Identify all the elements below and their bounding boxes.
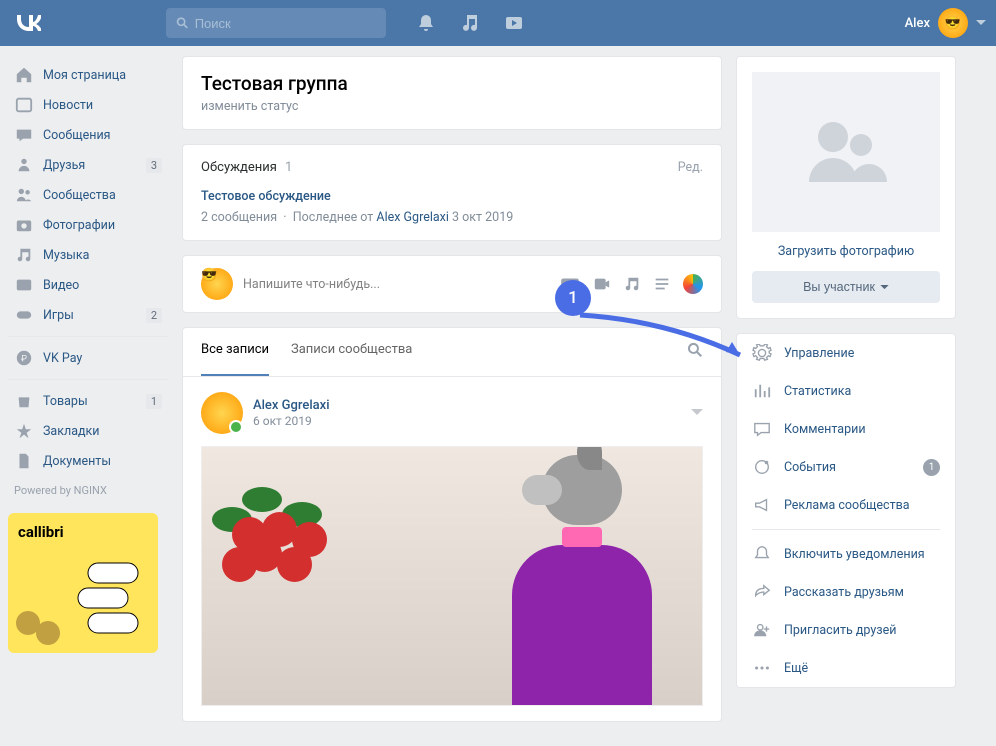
music-icon [14,246,34,264]
wall-post: Alex Ggrelaxi 6 окт 2019 [183,377,721,721]
svg-text:₽: ₽ [21,355,27,365]
music-icon[interactable] [460,13,480,33]
powered-by: Powered by NGINX [8,476,168,505]
discussion-topic-link[interactable]: Тестовое обсуждение [201,189,703,204]
music-attach-icon[interactable] [623,275,641,293]
bell-icon [752,545,772,563]
discussions-count: 1 [285,160,292,175]
sidebar-item-photos[interactable]: Фотографии [8,210,168,240]
sidebar-item-video[interactable]: Видео [8,270,168,300]
vk-logo-icon[interactable] [10,5,46,41]
manage-item-ads[interactable]: Реклама сообщества [737,486,955,524]
sidebar-item-my-page[interactable]: Моя страница [8,60,168,90]
photo-icon [14,216,34,234]
wall-card: Все записи Записи сообщества Alex Ggrela… [182,327,722,722]
group-photo-card: Загрузить фотографию Вы участник [736,56,956,319]
group-header-card: Тестовая группа изменить статус [182,56,722,130]
post-author-link[interactable]: Alex Ggrelaxi [253,398,330,413]
post-avatar[interactable] [201,392,243,434]
sidebar-item-docs[interactable]: Документы [8,446,168,476]
manage-item-admin[interactable]: Управление [737,334,955,372]
user-menu[interactable]: Alex 😎 [905,8,986,38]
more-icon [752,659,772,677]
video-attach-icon[interactable] [593,275,611,293]
poster-icon[interactable] [683,274,703,294]
photo-placeholder [752,72,940,232]
action-item-more[interactable]: Ещё [737,649,955,687]
doc-icon [14,452,34,470]
megaphone-icon [752,496,772,514]
annotation-arrow [575,310,755,370]
compose-avatar: 😎 [201,268,233,300]
promo-banner[interactable]: callibri [8,513,158,653]
search-box[interactable] [166,8,386,38]
action-item-share[interactable]: Рассказать друзьям [737,573,955,611]
news-icon [14,96,34,114]
manage-item-comments[interactable]: Комментарии [737,410,955,448]
action-item-invite[interactable]: Пригласить друзей [737,611,955,649]
search-input[interactable] [195,16,376,31]
sidebar-item-market[interactable]: Товары1 [8,386,168,416]
post-menu-icon[interactable] [691,406,703,421]
bell-icon[interactable] [416,13,436,33]
gear-icon [752,344,772,362]
upload-photo-link[interactable]: Загрузить фотографию [752,244,940,259]
change-status-link[interactable]: изменить статус [201,99,703,114]
more-attach-icon[interactable] [653,275,671,293]
pay-icon: ₽ [14,349,34,367]
discussions-card: Обсуждения 1 Ред. Тестовое обсуждение 2 … [182,144,722,241]
market-icon [14,392,34,410]
compose-input[interactable]: Напишите что-нибудь... [243,277,559,292]
right-column: Загрузить фотографию Вы участник Управле… [736,56,956,736]
manage-item-events[interactable]: События1 [737,448,955,486]
compose-card[interactable]: 😎 Напишите что-нибудь... [182,255,722,313]
tab-all-posts[interactable]: Все записи [201,328,269,376]
sidebar-item-messages[interactable]: Сообщения [8,120,168,150]
share-icon [752,583,772,601]
sidebar-item-games[interactable]: Игры2 [8,300,168,330]
discussion-meta: 2 сообщения · Последнее от Alex Ggrelaxi… [201,210,703,225]
comment-icon [752,420,772,438]
groups-icon [14,186,34,204]
member-button[interactable]: Вы участник [752,271,940,303]
invite-icon [752,621,772,639]
chevron-down-icon [976,20,986,26]
post-date: 6 окт 2019 [253,414,330,428]
main-content: Тестовая группа изменить статус Обсужден… [182,56,722,736]
avatar: 😎 [938,8,968,38]
sidebar-item-music[interactable]: Музыка [8,240,168,270]
action-item-notifications[interactable]: Включить уведомления [737,535,955,573]
manage-menu: Управление Статистика Комментарии Событи… [736,333,956,688]
group-title: Тестовая группа [201,72,703,95]
chevron-down-icon [880,285,889,290]
top-header: Alex 😎 [0,0,996,46]
video-icon [14,276,34,294]
discussions-heading[interactable]: Обсуждения [201,160,277,175]
sidebar-item-news[interactable]: Новости [8,90,168,120]
friends-icon [14,156,34,174]
sidebar-item-bookmarks[interactable]: Закладки [8,416,168,446]
star-icon [14,422,34,440]
home-icon [14,66,34,84]
sidebar-item-friends[interactable]: Друзья3 [8,150,168,180]
discussion-last-user[interactable]: Alex Ggrelaxi [376,210,449,225]
msg-icon [14,126,34,144]
tab-community-posts[interactable]: Записи сообщества [291,328,412,376]
events-icon [752,458,772,476]
annotation-badge: 1 [555,280,591,316]
camera-placeholder-icon [801,117,891,187]
sidebar-item-vkpay[interactable]: ₽VK Pay [8,343,168,373]
sidebar-item-groups[interactable]: Сообщества [8,180,168,210]
stats-icon [752,382,772,400]
user-name: Alex [905,16,930,31]
video-icon[interactable] [504,13,524,33]
games-icon [14,306,34,324]
search-icon [176,16,189,30]
manage-item-stats[interactable]: Статистика [737,372,955,410]
discussions-edit-link[interactable]: Ред. [678,160,703,175]
post-image[interactable] [201,446,703,706]
left-sidebar: Моя страница Новости Сообщения Друзья3 С… [8,56,168,736]
